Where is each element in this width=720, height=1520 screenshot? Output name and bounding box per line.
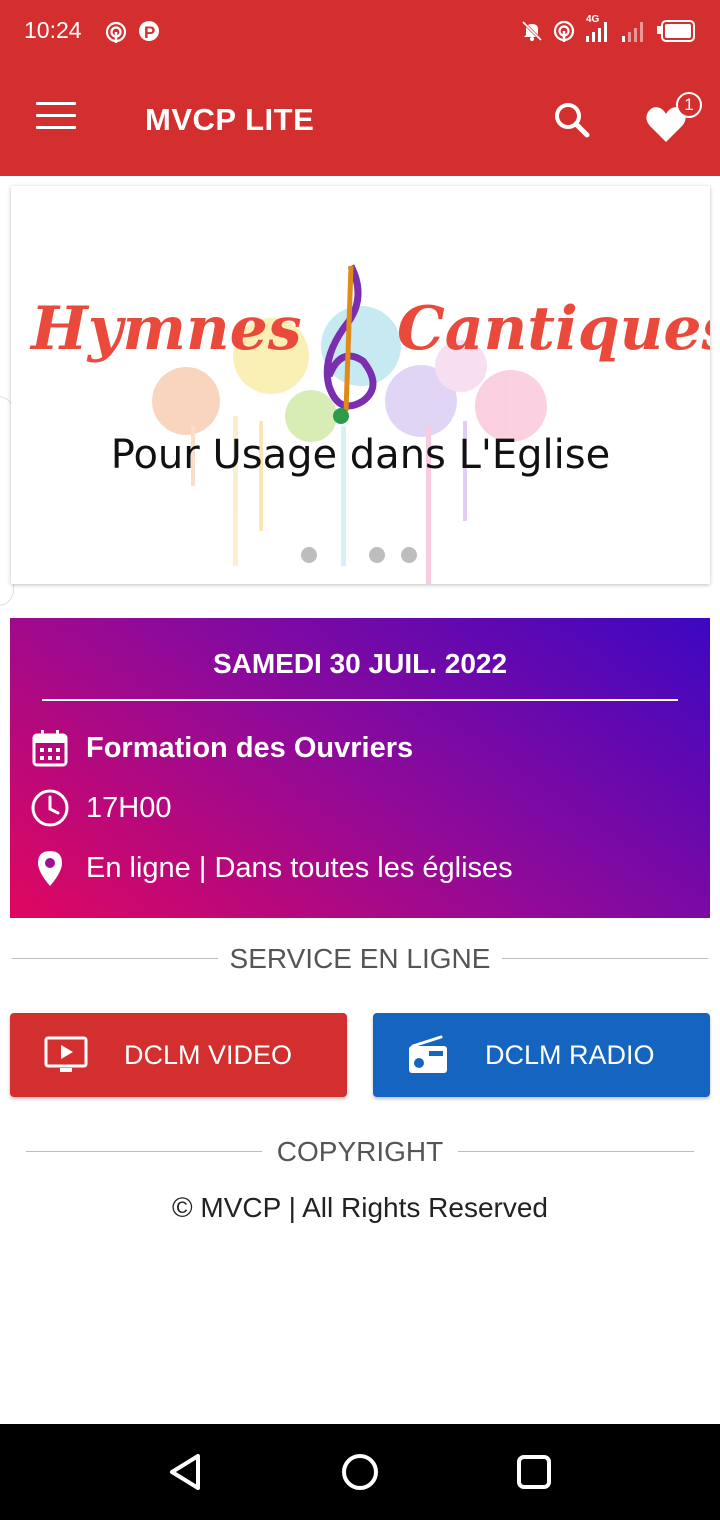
battery-icon bbox=[657, 20, 695, 42]
dclm-radio-label: DCLM RADIO bbox=[485, 1039, 655, 1070]
event-time-row: 17H00 bbox=[30, 788, 171, 828]
event-date: SAMEDI 30 JUIL. 2022 bbox=[212, 648, 508, 679]
svg-text:P: P bbox=[144, 23, 155, 42]
back-triangle-icon bbox=[170, 1454, 200, 1490]
carousel-dot[interactable] bbox=[301, 547, 317, 563]
hymn-banner-carousel[interactable]: Hymnes Cantiques Pour Usage dans L'Eglis… bbox=[11, 186, 710, 584]
recents-square-icon bbox=[517, 1455, 551, 1489]
event-card[interactable]: SAMEDI 30 JUIL. 2022 Formation des Ouvri… bbox=[10, 618, 710, 918]
menu-icon-line bbox=[36, 126, 76, 129]
status-time: 10:24 bbox=[24, 17, 82, 43]
favorites-button[interactable]: 1 bbox=[644, 92, 704, 148]
clock-icon bbox=[30, 788, 70, 828]
event-title-row: Formation des Ouvriers bbox=[30, 728, 413, 768]
app-title: MVCP LITE bbox=[145, 102, 315, 137]
parking-p-icon: P bbox=[139, 21, 159, 42]
event-title: Formation des Ouvriers bbox=[86, 731, 414, 764]
status-bar: 10:24 P 4G bbox=[0, 0, 720, 64]
home-circle-icon bbox=[342, 1454, 378, 1490]
dclm-video-label: DCLM VIDEO bbox=[124, 1039, 293, 1070]
event-location: En ligne | Dans toutes les églises bbox=[86, 851, 513, 884]
carousel-indicator bbox=[301, 547, 417, 563]
service-heading: SERVICE EN LIGNE bbox=[229, 943, 491, 974]
menu-button[interactable] bbox=[32, 102, 80, 138]
calendar-icon bbox=[30, 728, 70, 768]
app-bar: MVCP LITE 1 bbox=[0, 64, 720, 176]
divider-line bbox=[26, 1151, 262, 1152]
dclm-video-button[interactable]: DCLM VIDEO bbox=[10, 1013, 347, 1097]
signal-weak-icon bbox=[622, 22, 643, 42]
hotspot-icon bbox=[553, 20, 575, 42]
radio-icon bbox=[407, 1035, 449, 1075]
paint-splash-image bbox=[152, 264, 547, 584]
back-button[interactable] bbox=[162, 1448, 210, 1496]
event-time: 17H00 bbox=[86, 791, 172, 824]
signal-4g-icon: 4G bbox=[584, 14, 612, 44]
banner-title-right: Cantiques bbox=[397, 294, 710, 364]
home-button[interactable] bbox=[336, 1448, 384, 1496]
system-navigation-bar bbox=[0, 1424, 720, 1520]
location-pin-icon bbox=[30, 848, 70, 888]
divider-line bbox=[12, 958, 218, 959]
copyright-text: © MVCP | All Rights Reserved bbox=[172, 1192, 548, 1223]
tv-play-icon bbox=[44, 1036, 88, 1074]
favorites-badge: 1 bbox=[676, 92, 702, 118]
carousel-dot[interactable] bbox=[369, 547, 385, 563]
menu-icon-line bbox=[36, 114, 76, 117]
banner-subtitle: Pour Usage dans L'Eglise bbox=[110, 432, 611, 478]
copyright-heading: COPYRIGHT bbox=[276, 1136, 444, 1167]
search-button[interactable] bbox=[548, 96, 596, 144]
divider-line bbox=[458, 1151, 694, 1152]
divider-line bbox=[502, 958, 708, 959]
recents-button[interactable] bbox=[510, 1448, 558, 1496]
dclm-radio-button[interactable]: DCLM RADIO bbox=[373, 1013, 710, 1097]
menu-icon bbox=[36, 102, 76, 105]
carousel-dot[interactable] bbox=[401, 547, 417, 563]
search-icon bbox=[555, 103, 590, 138]
mute-icon bbox=[521, 20, 543, 42]
event-location-row: En ligne | Dans toutes les églises bbox=[30, 848, 513, 888]
status-right-icons: 4G bbox=[520, 14, 696, 44]
status-left-icons: P bbox=[104, 20, 160, 44]
banner-title-left: Hymnes bbox=[31, 294, 302, 364]
event-divider bbox=[42, 699, 678, 701]
hotspot-icon bbox=[105, 21, 127, 43]
